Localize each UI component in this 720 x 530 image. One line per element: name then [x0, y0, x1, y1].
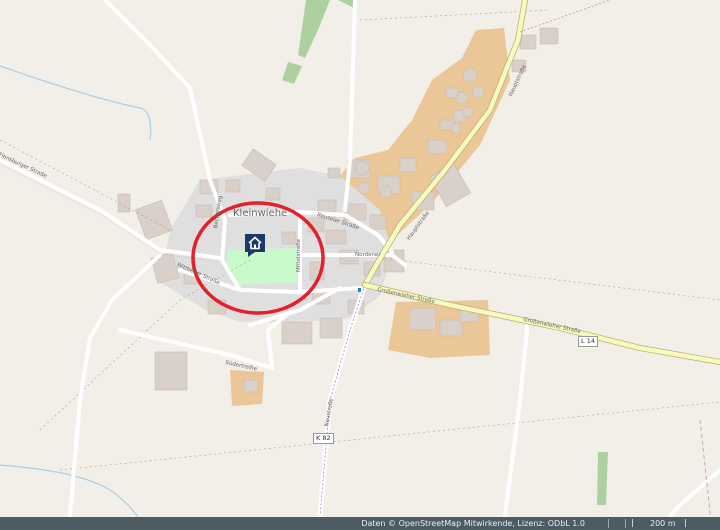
map-footer: Daten © OpenStreetMap Mitwirkende, Lizen… — [0, 517, 720, 530]
map-canvas[interactable]: Kleinwiehe Flensburger Straße Wittbeker … — [0, 0, 720, 530]
road-shield-l14: L 14 — [578, 336, 598, 347]
street-label-mittelstrasse: Mittelstraße — [296, 239, 302, 272]
bus-stop-icon — [358, 288, 361, 292]
scale-label: 200 m — [650, 519, 676, 528]
house-marker-icon[interactable] — [244, 233, 266, 257]
boundary-line — [699, 419, 713, 530]
map-base-layer — [0, 0, 720, 530]
place-label: Kleinwiehe — [233, 208, 288, 219]
street-label-nordener: Nordener — [355, 252, 381, 258]
attribution-text[interactable]: Daten © OpenStreetMap Mitwirkende, Lizen… — [361, 517, 585, 530]
footer-separator — [625, 519, 626, 528]
footer-separator — [608, 519, 609, 528]
road-shield-k82: K 82 — [313, 433, 334, 444]
